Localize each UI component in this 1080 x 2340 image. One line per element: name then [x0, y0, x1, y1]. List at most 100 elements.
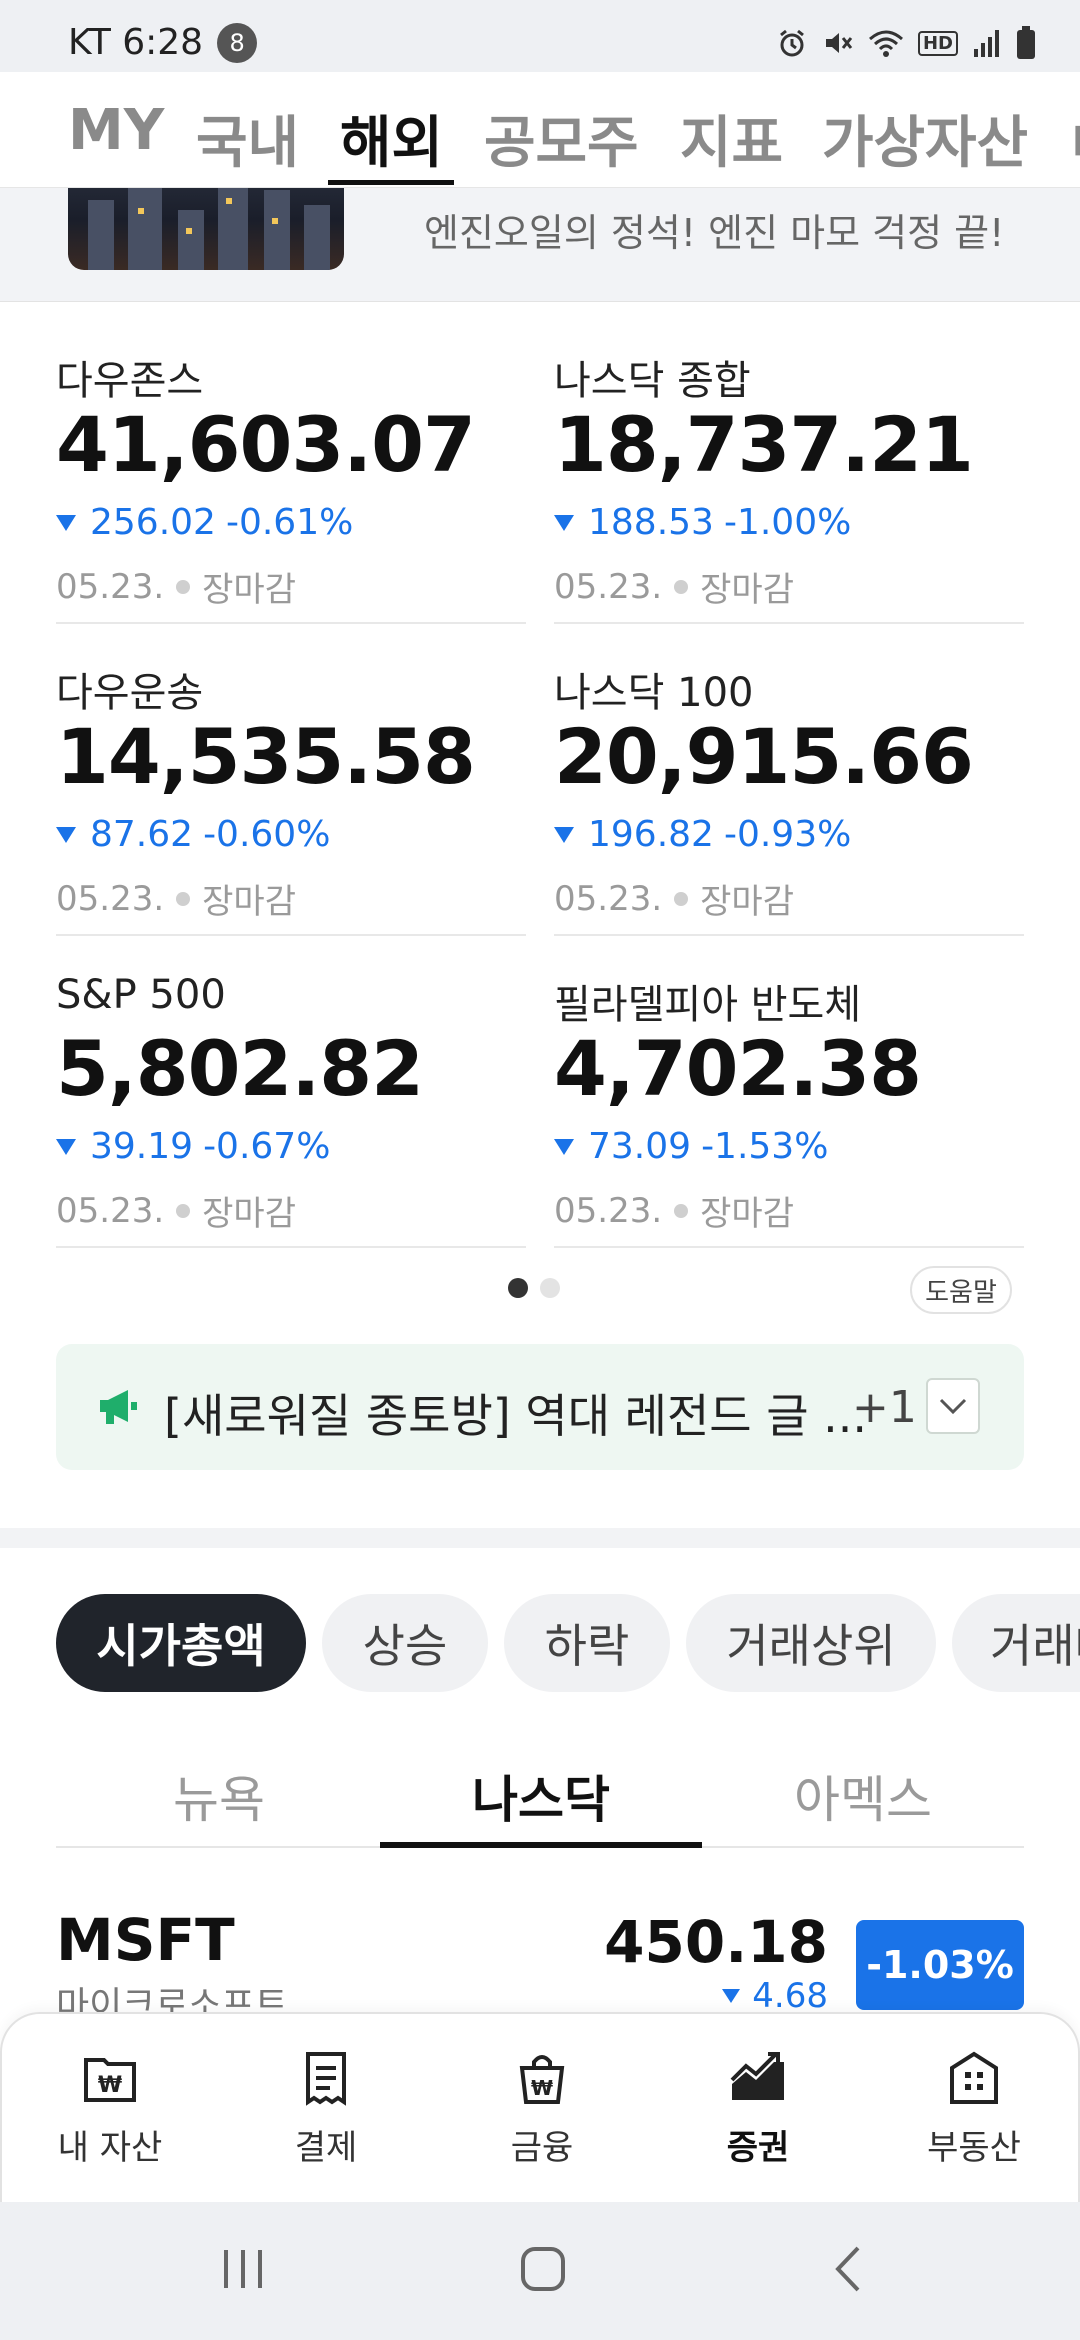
index-change-rate: -1.00%: [723, 502, 852, 543]
index-meta: 05.23. 장마감: [554, 562, 794, 611]
notification-badge: 8: [217, 22, 258, 63]
index-value: 14,535.58: [56, 712, 476, 801]
nav-securities[interactable]: 증권: [650, 2050, 866, 2169]
chip-rising[interactable]: 상승: [322, 1594, 488, 1692]
nav-payment[interactable]: 결제: [218, 2050, 434, 2169]
nav-label: 증권: [726, 2128, 790, 2168]
index-change: 87.62 -0.60%: [56, 814, 330, 855]
index-date: 05.23.: [56, 566, 165, 607]
index-card-nasdaq-composite[interactable]: 나스닥 종합 18,737.21 188.53 -1.00% 05.23. 장마…: [554, 312, 1024, 624]
status-icons: HD: [776, 26, 1036, 60]
tab-more-partial[interactable]: ㅂ: [1066, 98, 1080, 179]
notice-count: +1: [852, 1382, 917, 1433]
index-value: 20,915.66: [554, 712, 974, 801]
nav-finance[interactable]: ₩ 금융: [434, 2050, 650, 2169]
index-date: 05.23.: [56, 878, 165, 919]
building-icon: [950, 2051, 998, 2104]
tab-indicators[interactable]: 지표: [680, 98, 783, 179]
pager-dot-active[interactable]: [508, 1278, 528, 1298]
index-date: 05.23.: [56, 1190, 165, 1231]
help-button[interactable]: 도움말: [910, 1266, 1012, 1314]
stock-price: 450.18: [604, 1908, 828, 1976]
wallet-won-icon: ₩: [84, 2058, 136, 2102]
index-value: 4,702.38: [554, 1024, 922, 1113]
active-tab-indicator: [328, 180, 454, 185]
index-change-amount: 196.82: [588, 814, 714, 855]
tab-crypto[interactable]: 가상자산: [822, 98, 1028, 179]
chip-falling[interactable]: 하락: [504, 1594, 670, 1692]
nav-label: 금융: [510, 2128, 574, 2168]
chip-trading-value[interactable]: 거래대: [952, 1594, 1080, 1692]
status-bar: KT 6:28 8 HD: [0, 0, 1080, 72]
index-name: S&P 500: [56, 972, 226, 1018]
nav-label: 내 자산: [57, 2128, 163, 2168]
recent-apps-icon[interactable]: [218, 2246, 268, 2292]
index-change-rate: -0.60%: [203, 814, 331, 855]
index-change-amount: 39.19: [90, 1126, 194, 1167]
notice-expand-button[interactable]: [926, 1378, 980, 1434]
tab-domestic[interactable]: 국내: [196, 98, 299, 179]
index-card-philadelphia-semiconductor[interactable]: 필라델피아 반도체 4,702.38 73.09 -1.53% 05.23. 장…: [554, 936, 1024, 1248]
tab-nasdaq[interactable]: 나스닥: [380, 1760, 702, 1832]
index-date: 05.23.: [554, 1190, 663, 1231]
section-divider: [0, 1528, 1080, 1548]
back-icon[interactable]: [828, 2244, 868, 2294]
battery-icon: [1017, 26, 1035, 59]
index-change: 196.82 -0.93%: [554, 814, 851, 855]
svg-text:₩: ₩: [98, 2073, 122, 2098]
nav-real-estate[interactable]: 부동산: [866, 2050, 1080, 2169]
ad-banner[interactable]: 엔진오일의 정석! 엔진 마모 걱정 끝!: [0, 188, 1080, 302]
nav-label: 결제: [294, 2128, 358, 2168]
stock-ticker: MSFT: [56, 1906, 235, 1974]
index-value: 5,802.82: [56, 1024, 424, 1113]
mute-icon: [825, 33, 853, 53]
carousel-pager: [508, 1278, 560, 1298]
hd-voice-badge: HD: [917, 30, 958, 56]
index-name: 필라델피아 반도체: [554, 982, 862, 1028]
community-notice[interactable]: [새로워질 종토방] 역대 레전드 글 ... +1: [56, 1344, 1024, 1470]
bottom-navigation: ₩ 내 자산 결제 ₩ 금융 증권 부동산: [0, 2012, 1080, 2202]
index-change: 256.02 -0.61%: [56, 502, 353, 543]
index-name: 나스닥 종합: [554, 358, 751, 404]
pager-dot[interactable]: [540, 1278, 560, 1298]
index-name: 다우운송: [56, 670, 204, 716]
index-change-rate: -0.93%: [723, 814, 852, 855]
index-status: 장마감: [202, 882, 296, 922]
index-card-sp500[interactable]: S&P 500 5,802.82 39.19 -0.67% 05.23. 장마감: [56, 936, 526, 1248]
dot-separator: [674, 891, 689, 906]
receipt-icon: [306, 2052, 346, 2106]
tab-ipo[interactable]: 공모주: [484, 98, 639, 179]
index-meta: 05.23. 장마감: [56, 874, 296, 923]
index-date: 05.23.: [554, 878, 663, 919]
index-card-nasdaq-100[interactable]: 나스닥 100 20,915.66 196.82 -0.93% 05.23. 장…: [554, 624, 1024, 936]
wifi-icon: [868, 30, 903, 57]
signal-icon: [974, 30, 999, 57]
down-arrow-icon: [56, 826, 76, 843]
stock-rate-badge[interactable]: -1.03%: [856, 1920, 1024, 2010]
home-icon[interactable]: [518, 2244, 568, 2294]
index-value: 18,737.21: [554, 400, 974, 489]
index-meta: 05.23. 장마감: [554, 874, 794, 923]
market-tabs: MY 국내 해외 공모주 지표 가상자산 ㅂ: [0, 72, 1080, 188]
index-card-dow-jones[interactable]: 다우존스 41,603.07 256.02 -0.61% 05.23. 장마감: [56, 312, 526, 624]
tab-overseas[interactable]: 해외: [340, 98, 443, 179]
tab-my[interactable]: MY: [68, 98, 164, 163]
nav-my-assets[interactable]: ₩ 내 자산: [2, 2050, 218, 2169]
index-change-amount: 256.02: [90, 502, 216, 543]
down-arrow-icon: [554, 826, 574, 843]
down-arrow-icon: [554, 1138, 574, 1155]
tab-nyse[interactable]: 뉴욕: [58, 1760, 380, 1832]
index-change: 39.19 -0.67%: [56, 1126, 330, 1167]
index-change-rate: -1.53%: [701, 1126, 829, 1167]
stock-chart-icon: [730, 2052, 784, 2100]
tab-amex[interactable]: 아멕스: [702, 1760, 1024, 1832]
stock-change: 4.68: [722, 1976, 828, 2016]
index-status: 장마감: [202, 1194, 296, 1234]
chip-market-cap[interactable]: 시가총액: [56, 1594, 306, 1692]
index-card-dow-transport[interactable]: 다우운송 14,535.58 87.62 -0.60% 05.23. 장마감: [56, 624, 526, 936]
system-navigation-bar: [0, 2202, 1080, 2340]
chip-top-volume[interactable]: 거래상위: [686, 1594, 936, 1692]
index-change-rate: -0.61%: [225, 502, 354, 543]
down-arrow-icon: [722, 1989, 741, 2003]
index-change-amount: 87.62: [90, 814, 194, 855]
